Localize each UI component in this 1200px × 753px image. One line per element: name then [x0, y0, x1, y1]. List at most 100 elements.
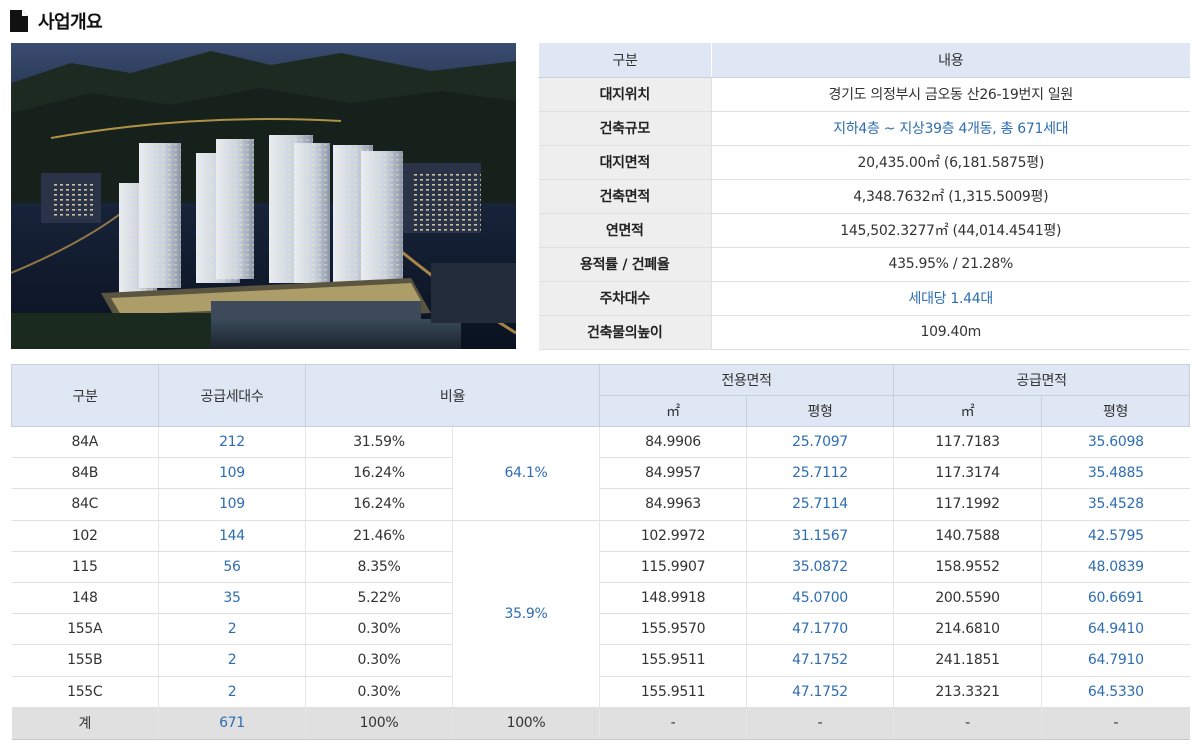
info-label: 건축물의높이 [538, 315, 712, 350]
cell-ratio: 31.59% [305, 426, 453, 459]
cell-exclusive-pyeong: 25.7112 [746, 457, 894, 490]
cell-ratio: 0.30% [305, 644, 453, 677]
cell-type: 155A [11, 613, 159, 646]
total-group-ratio: 100% [451, 707, 600, 740]
info-value: 세대당 1.44대 [711, 281, 1190, 316]
info-value: 20,435.00㎡ (6,181.5875평) [711, 145, 1190, 180]
table-row: 84B 109 16.24% 84.9957 25.7112 117.3174 … [11, 457, 1190, 490]
info-row: 주차대수 세대당 1.44대 [538, 281, 1190, 316]
cell-ratio: 16.24% [305, 488, 453, 521]
cell-exclusive-pyeong: 47.1752 [746, 676, 894, 708]
cell-type: 84C [11, 488, 159, 521]
cell-exclusive-sqm: 115.9907 [599, 551, 747, 583]
cell-supply-sqm: 140.7588 [893, 520, 1042, 552]
header-exclusive-sqm: ㎡ [599, 395, 748, 427]
info-value: 435.95% / 21.28% [711, 247, 1190, 282]
info-row: 연면적 145,502.3277㎡ (44,014.4541평) [538, 213, 1190, 248]
cell-households: 109 [158, 488, 306, 521]
info-label: 주차대수 [538, 281, 712, 316]
cell-supply-sqm: 214.6810 [893, 613, 1042, 646]
cell-supply-sqm: 213.3321 [893, 676, 1042, 708]
total-exclusive-sqm: - [599, 707, 747, 740]
cell-supply-pyeong: 64.5330 [1041, 676, 1190, 708]
info-header-content: 내용 [711, 43, 1190, 78]
info-row: 용적률 / 건폐율 435.95% / 21.28% [538, 247, 1190, 282]
cell-type: 84A [11, 426, 159, 459]
cell-supply-sqm: 117.7183 [893, 426, 1042, 459]
cell-supply-sqm: 117.3174 [893, 457, 1042, 490]
cell-supply-pyeong: 64.7910 [1041, 644, 1190, 677]
cell-type: 155C [11, 676, 159, 708]
header-households: 공급세대수 [158, 364, 306, 427]
cell-supply-sqm: 200.5590 [893, 582, 1042, 615]
cell-exclusive-sqm: 84.9906 [599, 426, 747, 459]
cell-type: 84B [11, 457, 159, 490]
cell-supply-pyeong: 35.4528 [1041, 488, 1190, 521]
cell-type: 148 [11, 582, 159, 615]
cell-exclusive-pyeong: 47.1752 [746, 644, 894, 677]
table-row: 148 35 5.22% 148.9918 45.0700 200.5590 6… [11, 582, 1190, 615]
cell-exclusive-sqm: 155.9511 [599, 644, 747, 677]
cell-exclusive-sqm: 102.9972 [599, 520, 747, 552]
cell-exclusive-pyeong: 31.1567 [746, 520, 894, 552]
table-row: 84C 109 16.24% 84.9963 25.7114 117.1992 … [11, 488, 1190, 521]
cell-supply-sqm: 158.9552 [893, 551, 1042, 583]
table-row: 155A 2 0.30% 155.9570 47.1770 214.6810 6… [11, 613, 1190, 646]
info-row: 대지위치 경기도 의정부시 금오동 산26-19번지 일원 [538, 77, 1190, 112]
cell-households: 212 [158, 426, 306, 459]
info-label: 대지면적 [538, 145, 712, 180]
cell-exclusive-pyeong: 47.1770 [746, 613, 894, 646]
info-header-category: 구분 [538, 43, 712, 78]
cell-supply-pyeong: 42.5795 [1041, 520, 1190, 552]
cell-ratio: 21.46% [305, 520, 453, 552]
cell-exclusive-pyeong: 25.7114 [746, 488, 894, 521]
cell-type: 102 [11, 520, 159, 552]
cell-ratio: 0.30% [305, 613, 453, 646]
table-row: 84A 212 31.59% 64.1% 84.9906 25.7097 117… [11, 426, 1190, 521]
total-label: 계 [11, 707, 159, 740]
cell-supply-pyeong: 64.9410 [1041, 613, 1190, 646]
cell-group-ratio: 35.9% [451, 520, 600, 708]
cell-households: 2 [158, 676, 306, 708]
info-row: 건축면적 4,348.7632㎡ (1,315.5009평) [538, 179, 1190, 214]
cell-households: 144 [158, 520, 306, 552]
cell-supply-sqm: 117.1992 [893, 488, 1042, 521]
info-value: 145,502.3277㎡ (44,014.4541평) [711, 213, 1190, 248]
table-row: 102 144 21.46% 35.9% 102.9972 31.1567 14… [11, 520, 1190, 708]
info-value: 109.40m [711, 315, 1190, 350]
info-label: 대지위치 [538, 77, 712, 112]
header-supply-pyeong: 평형 [1041, 395, 1191, 427]
cell-exclusive-pyeong: 45.0700 [746, 582, 894, 615]
table-row: 115 56 8.35% 115.9907 35.0872 158.9552 4… [11, 551, 1190, 583]
total-households: 671 [158, 707, 306, 740]
cell-ratio: 16.24% [305, 457, 453, 490]
cell-ratio: 8.35% [305, 551, 453, 583]
table-row: 155C 2 0.30% 155.9511 47.1752 213.3321 6… [11, 676, 1190, 708]
cell-ratio: 5.22% [305, 582, 453, 615]
cell-exclusive-sqm: 148.9918 [599, 582, 747, 615]
info-label: 건축규모 [538, 111, 712, 146]
info-label: 건축면적 [538, 179, 712, 214]
cell-households: 2 [158, 644, 306, 677]
cell-exclusive-sqm: 155.9570 [599, 613, 747, 646]
cell-type: 115 [11, 551, 159, 583]
cell-supply-pyeong: 35.4885 [1041, 457, 1190, 490]
cell-supply-pyeong: 60.6691 [1041, 582, 1190, 615]
table-row: 155B 2 0.30% 155.9511 47.1752 241.1851 6… [11, 644, 1190, 677]
info-value: 지하4층 ~ 지상39층 4개동, 총 671세대 [711, 111, 1190, 146]
total-supply-pyeong: - [1041, 707, 1190, 740]
cell-households: 2 [158, 613, 306, 646]
info-row: 대지면적 20,435.00㎡ (6,181.5875평) [538, 145, 1190, 180]
cell-exclusive-pyeong: 25.7097 [746, 426, 894, 459]
info-row: 건축물의높이 109.40m [538, 315, 1190, 350]
header-supply-area: 공급면적 [893, 364, 1191, 396]
info-row: 건축규모 지하4층 ~ 지상39층 4개동, 총 671세대 [538, 111, 1190, 146]
cell-exclusive-sqm: 84.9957 [599, 457, 747, 490]
total-row: 계 671 100% 100% - - - - [11, 707, 1190, 740]
total-exclusive-pyeong: - [746, 707, 894, 740]
cell-households: 56 [158, 551, 306, 583]
cell-households: 35 [158, 582, 306, 615]
info-value: 4,348.7632㎡ (1,315.5009평) [711, 179, 1190, 214]
document-icon [10, 10, 28, 32]
header-supply-sqm: ㎡ [893, 395, 1043, 427]
